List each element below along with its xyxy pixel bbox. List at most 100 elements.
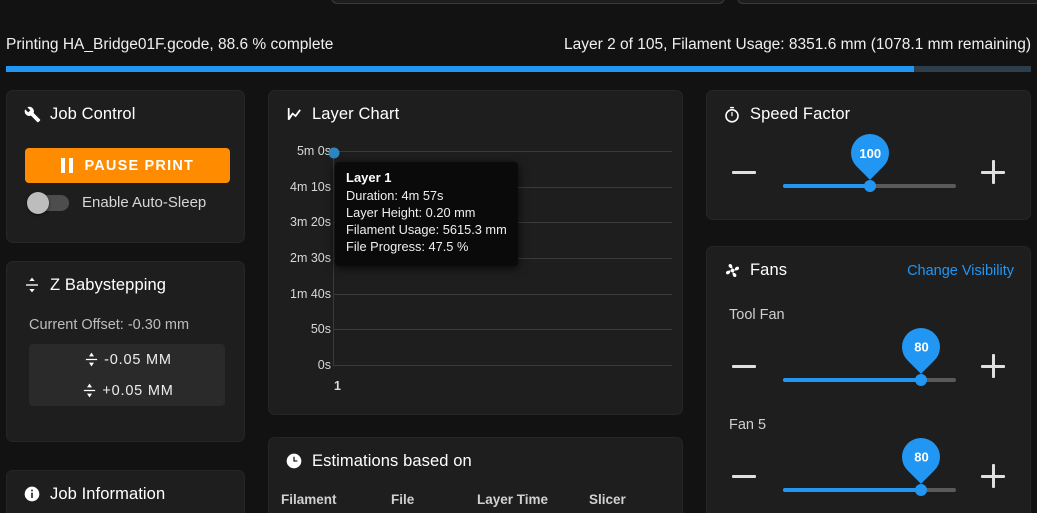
speed-factor-value: 100 [858,145,881,161]
chart-gridline [333,365,672,366]
chart-gridline [333,151,672,152]
speed-factor-minus-button[interactable] [731,159,757,185]
chart-y-tick: 1m 40s [290,286,331,301]
fan-5-slider[interactable]: 80 [783,430,956,496]
layer-filament-status-text: Layer 2 of 105, Filament Usage: 8351.6 m… [564,36,1031,53]
speed-factor-slider-row: 100 [707,126,1030,201]
chart-y-tick: 3m 20s [290,215,331,230]
speed-factor-panel: Speed Factor 100 [706,90,1031,220]
estimations-column-3: Layer Time [477,492,549,507]
chart-tooltip: Layer 1 Duration: 4m 57s Layer Height: 0… [335,162,518,266]
change-visibility-link[interactable]: Change Visibility [907,263,1014,279]
print-progress-bar [6,66,1031,72]
tooltip-filament-usage: Filament Usage: 5615.3 mm [346,221,507,237]
clock-icon [285,452,303,470]
z-babystepping-title: Z Babystepping [7,262,244,294]
fans-panel: Fans Change Visibility Tool Fan 80 Fan 5 [706,246,1031,513]
tool-fan-slider-row: 80 [707,320,1030,395]
chart-gridline [333,258,672,259]
tool-fan-value: 80 [914,339,929,355]
duet-web-control-dashboard: Printing HA_Bridge01F.gcode, 88.6 % comp… [0,0,1037,513]
estimations-title-text: Estimations based on [312,451,472,470]
job-control-panel: Job Control PAUSE PRINT Enable Auto-Slee… [6,90,245,243]
auto-sleep-toggle-knob [27,191,49,214]
speed-factor-track-fill [783,184,870,188]
speed-factor-slider[interactable]: 100 [783,126,956,192]
cutoff-panel-left [331,0,725,4]
fan-5-track-fill [783,488,922,492]
chart-x-tick: 1 [334,379,341,393]
fan-5-value-bubble: 80 [894,430,949,484]
pause-print-button[interactable]: PAUSE PRINT [25,148,230,183]
chart-y-tick: 4m 10s [290,179,331,194]
auto-sleep-toggle[interactable] [27,191,69,214]
tool-fan-minus-button[interactable] [731,353,757,379]
tool-fan-track-fill [783,378,922,382]
top-cutoff-strip [0,0,1037,24]
chart-gridline [333,186,672,188]
stopwatch-icon [723,105,741,123]
fan-icon [723,261,741,279]
wrench-icon [23,105,41,123]
print-status-text: Printing HA_Bridge01F.gcode, 88.6 % comp… [6,36,334,53]
pause-print-label: PAUSE PRINT [84,157,195,174]
print-status-bar: Printing HA_Bridge01F.gcode, 88.6 % comp… [0,24,1037,66]
layer-chart-title-text: Layer Chart [312,104,400,123]
estimations-column-1: Filament [281,492,337,507]
cutoff-panel-right [737,0,1037,4]
speed-factor-plus-button[interactable] [980,159,1006,185]
job-control-title-text: Job Control [50,104,136,123]
speed-factor-value-bubble: 100 [842,126,897,180]
speed-factor-title-text: Speed Factor [750,104,851,123]
chart-y-tick: 0s [317,358,331,372]
arrows-collapse-icon [82,351,100,369]
auto-sleep-label: Enable Auto-Sleep [82,194,207,211]
tooltip-file-progress: File Progress: 47.5 % [346,238,469,254]
fan-5-thumb[interactable] [915,484,928,496]
estimations-column-4: Slicer [589,492,626,507]
speed-factor-thumb[interactable] [863,180,876,192]
tooltip-layer-height: Layer Height: 0.20 mm [346,205,476,221]
chart-data-point[interactable] [328,147,340,159]
speed-factor-title: Speed Factor [707,91,1030,123]
layer-chart-title: Layer Chart [269,91,682,123]
layer-chart-plot[interactable]: 0s 50s 1m 40s 2m 30s 3m 20s 4m 10s 5m 0s 1 Lay… [269,137,684,412]
babystep-minus-button[interactable]: -0.05 MM [29,344,225,375]
tooltip-title: Layer 1 [346,170,392,186]
info-circle-icon [23,485,41,503]
chart-y-tick: 2m 30s [290,251,331,265]
job-control-title: Job Control [7,91,244,123]
fan-5-value: 80 [914,449,929,465]
fans-title-text: Fans [750,260,788,279]
fan-5-plus-button[interactable] [980,463,1006,489]
print-progress-fill [6,66,915,72]
babystep-plus-label: +0.05 MM [102,382,174,399]
babystep-minus-label: -0.05 MM [104,351,172,368]
estimations-panel: Estimations based on Filament File Layer T… [268,437,683,513]
fan-label-fan-5: Fan 5 [729,417,767,433]
fan-5-slider-row: 80 [707,430,1030,505]
estimations-title: Estimations based on [269,438,682,470]
pause-icon [60,158,74,173]
tooltip-duration: Duration: 4m 57s [346,188,444,204]
arrows-collapse-icon [23,276,41,294]
chart-gridline [333,329,672,331]
babystep-plus-button[interactable]: +0.05 MM [29,375,225,406]
chart-gridline [333,293,672,295]
auto-sleep-row[interactable]: Enable Auto-Sleep [27,191,207,214]
tool-fan-slider[interactable]: 80 [783,320,956,386]
arrows-expand-icon [80,382,98,400]
tool-fan-thumb[interactable] [915,374,928,386]
estimations-column-2: File [391,492,415,507]
fan-5-minus-button[interactable] [731,463,757,489]
job-information-panel: Job Information [6,470,245,513]
tool-fan-plus-button[interactable] [980,353,1006,379]
chart-y-tick: 5m 0s [296,144,331,158]
chart-line-icon [285,105,303,123]
chart-gridline [333,222,672,224]
job-information-title-text: Job Information [50,484,166,503]
job-information-title: Job Information [7,471,244,503]
z-babystepping-title-text: Z Babystepping [50,275,167,294]
z-babystepping-panel: Z Babystepping Current Offset: -0.30 mm … [6,261,245,442]
layer-chart-panel: Layer Chart 0s 50s 1m 40s 2m 30s 3m 20s 4m 10… [268,90,683,415]
